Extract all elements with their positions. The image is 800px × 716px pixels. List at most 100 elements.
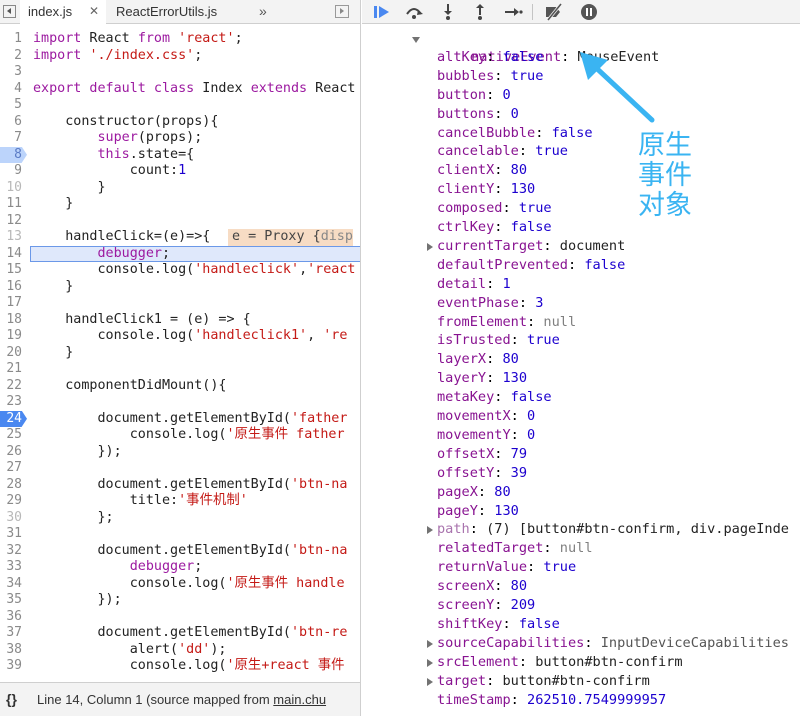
code-line[interactable]: 13 handleClick=(e)=>{e = Proxy {disp [0,229,360,246]
scope-property[interactable]: screenY: 209 [437,596,535,615]
source-map-link[interactable]: main.chu [273,692,326,707]
scope-property[interactable]: screenX: 80 [437,577,527,596]
code-line[interactable]: 33 debugger; [0,559,360,576]
code-line[interactable]: 19 console.log('handleclick1', 're [0,328,360,345]
code-line[interactable]: 35 }); [0,592,360,609]
scope-property[interactable]: bubbles: true [437,67,543,86]
close-icon[interactable]: ✕ [89,0,99,23]
scope-property[interactable]: metaKey: false [437,388,552,407]
pretty-print-icon[interactable]: {} [6,691,17,707]
scope-property[interactable]: movementX: 0 [437,407,535,426]
line-number[interactable]: 38 [0,642,22,659]
scope-property[interactable]: shiftKey: false [437,615,560,634]
line-number[interactable]: 21 [0,361,22,378]
code-line[interactable]: 32 document.getElementById('btn-na [0,543,360,560]
line-number[interactable]: 15 [0,262,22,279]
scope-property[interactable]: button: 0 [437,86,511,105]
resume-icon[interactable] [372,3,392,21]
scope-property[interactable]: offsetY: 39 [437,464,527,483]
code-line[interactable]: 3 [0,64,360,81]
line-number[interactable]: 28 [0,477,22,494]
scope-property[interactable]: layerY: 130 [437,369,527,388]
line-number[interactable]: 11 [0,196,22,213]
code-line[interactable]: 17 [0,295,360,312]
code-line[interactable]: 34 console.log('原生事件 handle [0,576,360,593]
tab-react-error-utils[interactable]: ReactErrorUtils.js [108,0,248,24]
scope-property[interactable]: offsetX: 79 [437,445,527,464]
code-line[interactable]: 18 handleClick1 = (e) => { [0,312,360,329]
scope-property[interactable]: currentTarget: document [427,237,625,256]
expand-arrow-icon[interactable] [427,242,433,251]
code-line[interactable]: 22 componentDidMount(){ [0,378,360,395]
code-editor[interactable]: 1 import React from 'react'; 2 import './in… [0,31,360,682]
code-line[interactable]: 27 [0,460,360,477]
code-line[interactable]: 21 [0,361,360,378]
code-line[interactable]: 7 super(props); [0,130,360,147]
step-over-icon[interactable] [404,3,424,21]
line-number[interactable]: 7 [0,130,22,147]
line-number[interactable]: 26 [0,444,22,461]
code-line[interactable]: 9 count:1 [0,163,360,180]
line-number[interactable]: 12 [0,213,22,230]
code-line[interactable]: 36 [0,609,360,626]
line-number[interactable]: 1 [0,31,22,48]
scope-property[interactable]: eventPhase: 3 [437,294,543,313]
scope-property[interactable]: cancelable: true [437,142,568,161]
scope-property[interactable]: movementY: 0 [437,426,535,445]
line-number[interactable]: 18 [0,312,22,329]
inline-variable-value[interactable]: e = Proxy {disp [228,229,353,246]
scope-property[interactable]: returnValue: true [437,558,576,577]
scope-property[interactable]: altKey: false [437,48,543,67]
line-number[interactable]: 39 [0,658,22,675]
scope-property[interactable]: relatedTarget: null [437,539,593,558]
code-line[interactable]: 8 this.state={ [0,146,360,163]
line-number[interactable]: 33 [0,559,22,576]
toggle-navigator-icon[interactable] [3,5,16,18]
code-line[interactable]: 24 document.getElementById('father [0,410,360,427]
scope-property[interactable]: sourceCapabilities: InputDeviceCapabilit… [427,634,789,653]
breakpoint-marker-disabled[interactable]: 8 [0,146,27,163]
code-line[interactable]: 15 console.log('handleclick','react [0,262,360,279]
line-number[interactable]: 37 [0,625,22,642]
scope-property[interactable]: timeStamp: 262510.7549999957 [437,691,666,710]
scope-property[interactable]: layerX: 80 [437,350,519,369]
line-number[interactable]: 30 [0,510,22,527]
expand-arrow-icon[interactable] [427,658,433,667]
scope-property[interactable]: pageY: 130 [437,502,519,521]
line-number[interactable]: 22 [0,378,22,395]
line-number[interactable]: 23 [0,394,22,411]
line-number[interactable]: 9 [0,163,22,180]
code-line[interactable]: 6 constructor(props){ [0,114,360,131]
line-number[interactable]: 20 [0,345,22,362]
scope-property[interactable]: isTrusted: true [437,331,560,350]
line-number[interactable]: 31 [0,526,22,543]
code-line[interactable]: 39 console.log('原生+react 事件 [0,658,360,675]
scope-property[interactable]: target: button#btn-confirm [427,672,650,691]
expand-arrow-icon[interactable] [412,37,420,43]
line-number[interactable]: 6 [0,114,22,131]
scope-property[interactable]: buttons: 0 [437,105,519,124]
step-icon[interactable] [503,3,523,21]
code-line[interactable]: 1 import React from 'react'; [0,31,360,48]
tab-index-js[interactable]: index.js ✕ [20,0,106,25]
line-number[interactable]: 16 [0,279,22,296]
code-line[interactable]: 10 } [0,180,360,197]
code-line[interactable]: 12 [0,213,360,230]
scope-property[interactable]: pageX: 80 [437,483,511,502]
line-number[interactable]: 2 [0,48,22,65]
code-line[interactable]: 23 [0,394,360,411]
deactivate-breakpoints-icon[interactable] [544,3,564,21]
scope-property[interactable]: detail: 1 [437,275,511,294]
expand-arrow-icon[interactable] [427,526,433,535]
step-into-icon[interactable] [438,3,458,21]
code-line[interactable]: 29 title:'事件机制' [0,493,360,510]
code-line[interactable]: 26 }); [0,444,360,461]
scope-property[interactable]: cancelBubble: false [437,124,593,143]
code-line[interactable]: 2 import './index.css'; [0,48,360,65]
line-number[interactable]: 17 [0,295,22,312]
code-line[interactable]: 38 alert('dd'); [0,642,360,659]
line-number[interactable]: 29 [0,493,22,510]
line-number[interactable]: 5 [0,97,22,114]
breakpoint-marker[interactable]: 24 [0,410,27,427]
line-number[interactable]: 27 [0,460,22,477]
